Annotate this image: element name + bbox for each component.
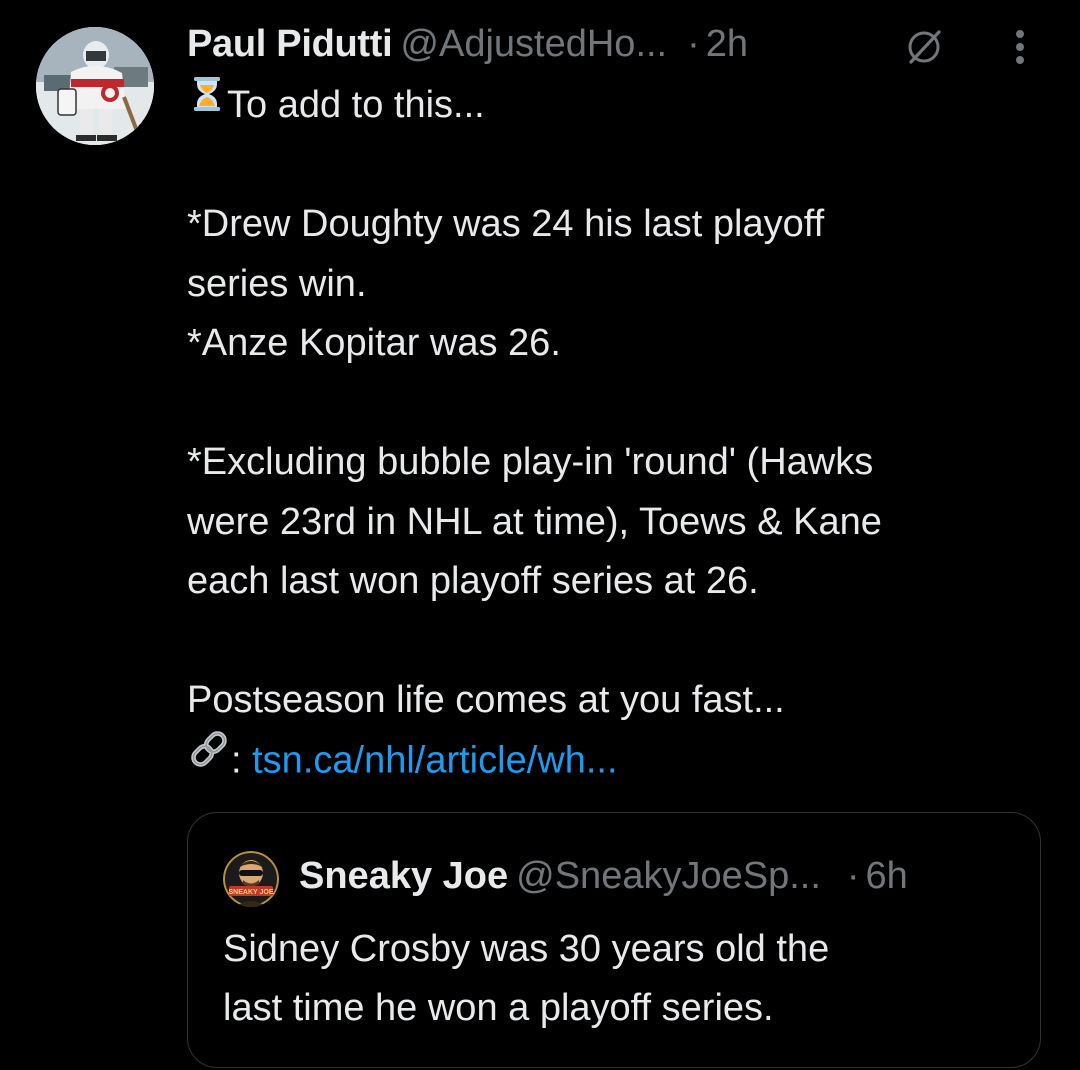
header-separator: · [687,23,700,65]
tweet-line-1-text: To add to this... [227,84,485,126]
author-name[interactable]: Paul Pidutti [187,23,393,65]
tweet-line-1: To add to this... [187,76,1057,136]
tweet-line-8: were 23rd in NHL at time), Toews & Kane [187,500,882,543]
quote-header-separator: · [846,855,860,897]
quote-author-name[interactable]: Sneaky Joe [299,855,508,897]
tweet-timestamp[interactable]: 2h [706,23,748,65]
quoted-tweet-card[interactable]: SNEAKY JOE Sneaky Joe @SneakyJoeSp... · 6h … [187,812,1041,1068]
tweet-line-11: Postseason life comes at you fast... [187,679,785,721]
tweet-line-3: *Drew Doughty was 24 his last playoff [187,203,825,245]
author-avatar[interactable] [36,27,154,145]
quote-author-avatar[interactable]: SNEAKY JOE [223,851,279,907]
tweet-line-5: *Anze Kopitar was 26. [187,322,561,364]
link-prefix: : [231,738,253,781]
tweet-line-4: series win. [187,262,367,305]
quote-line-2: last time he won a playoff series. [223,987,774,1029]
edited-pencil-icon[interactable] [903,26,945,68]
quote-line-1: Sidney Crosby was 30 years old the [223,928,830,970]
quote-timestamp[interactable]: 6h [866,855,908,897]
tweet-line-9: each last won playoff series at 26. [187,560,759,602]
tweet-link-line: : tsn.ca/nhl/article/wh... [187,730,1057,791]
tweet-line-7: *Excluding bubble play-in 'round' (Hawks [187,441,874,483]
sneaky-joe-logo-text: SNEAKY JOE [229,889,274,896]
quote-body: Sidney Crosby was 30 years old the last … [223,920,1023,1038]
tweet-body: To add to this... *Drew Doughty was 24 h… [187,76,1057,790]
link-icon [187,727,231,790]
author-handle[interactable]: @AdjustedHo... [400,23,667,65]
author-avatar-image [36,27,154,145]
sneaky-joe-logo: SNEAKY JOE [223,851,279,907]
article-link[interactable]: tsn.ca/nhl/article/wh... [252,739,617,781]
quote-header: Sneaky Joe @SneakyJoeSp... · 6h [299,850,908,902]
more-vertical-icon[interactable] [1006,24,1034,70]
quote-author-handle[interactable]: @SneakyJoeSp... [516,855,821,897]
hourglass-icon [187,73,227,133]
